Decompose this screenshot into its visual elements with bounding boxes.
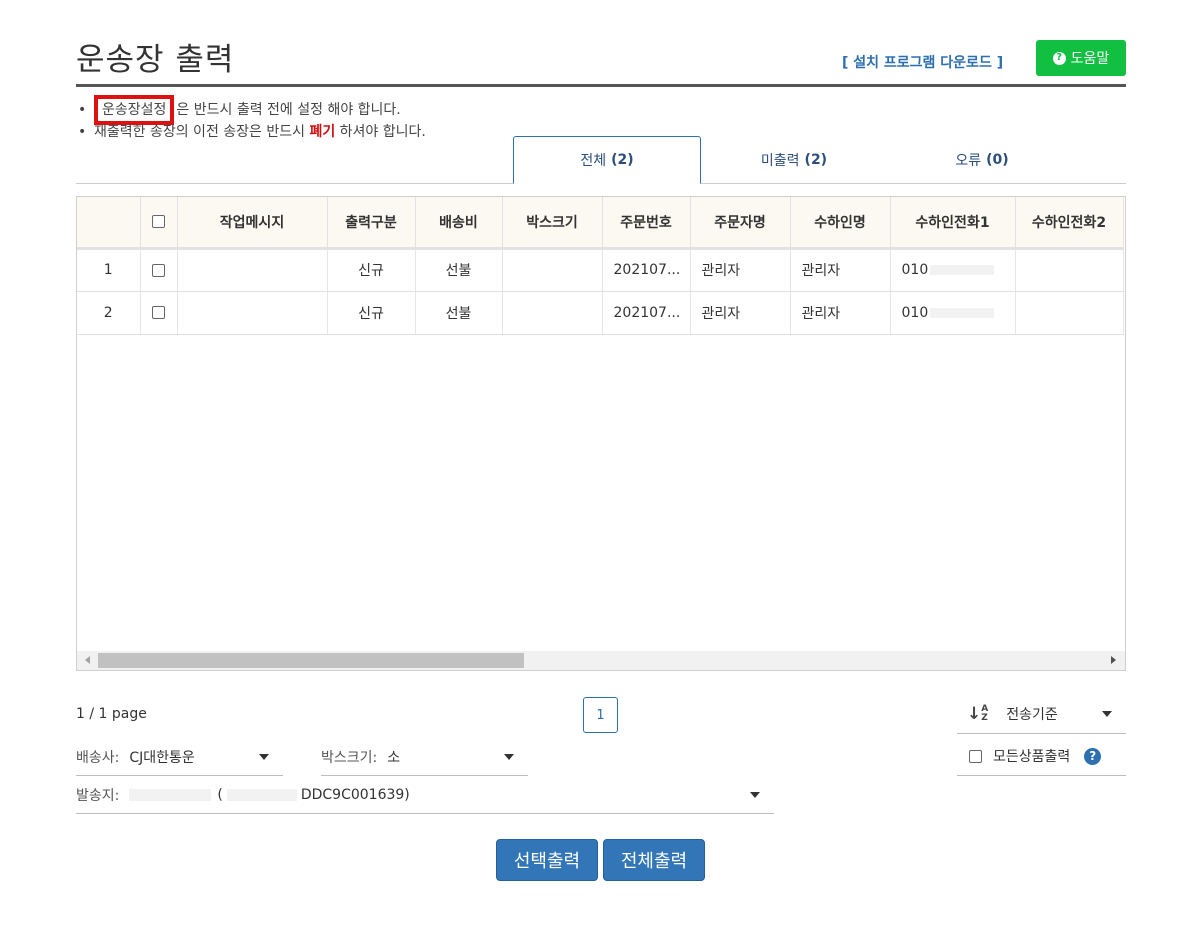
- help-info-icon[interactable]: ?: [1084, 747, 1102, 765]
- tab-all-label: 전체: [580, 153, 607, 169]
- bullet-icon: •: [78, 124, 87, 140]
- notice-setting-text: 은 반드시 출력 전에 설정 해야 합니다.: [176, 102, 401, 118]
- cell-shipping-fee: 선불: [415, 291, 503, 335]
- cell-order-number: 202107...: [602, 291, 691, 335]
- all-products-checkbox[interactable]: [969, 749, 982, 763]
- header-message[interactable]: 작업메시지: [177, 197, 328, 250]
- row-checkbox-cell: [140, 291, 178, 335]
- row-checkbox-cell: [140, 248, 178, 292]
- header-receiver-phone2[interactable]: 수하인전화2: [1015, 197, 1124, 250]
- chevron-down-icon: [504, 753, 514, 760]
- tab-unprinted-count: (2): [804, 152, 828, 168]
- page-button-1[interactable]: 1: [583, 697, 618, 733]
- page-title: 운송장 출력: [76, 42, 235, 78]
- notice-discard: • 재출력한 송장의 이전 송장은 반드시 폐기 하셔야 합니다.: [76, 121, 426, 141]
- sort-select[interactable]: ↓ A Z 전송기준: [957, 695, 1126, 734]
- header-shipping-fee[interactable]: 배송비: [415, 197, 503, 250]
- tab-error[interactable]: 오류 (0): [888, 136, 1076, 184]
- origin-code: DDC9C001639): [300, 786, 410, 803]
- notice-discard-text-after: 하셔야 합니다.: [339, 124, 426, 140]
- cell-message: [177, 291, 328, 335]
- tab-unprinted-label: 미출력: [760, 153, 800, 169]
- cell-message: [177, 248, 328, 292]
- tab-error-count: (0): [986, 152, 1009, 168]
- row-number: 1: [77, 248, 141, 292]
- cell-box-size: [502, 248, 603, 292]
- sort-az-icon: ↓ A Z: [967, 704, 989, 724]
- masked-phone: [930, 307, 995, 318]
- notice-discard-highlight: 폐기: [309, 124, 336, 140]
- header-print-type[interactable]: 출력구분: [327, 197, 416, 250]
- cell-print-type: 신규: [327, 248, 416, 292]
- title-divider: [76, 84, 1126, 87]
- horizontal-scrollbar[interactable]: [77, 651, 1125, 670]
- help-button-label: 도움말: [1070, 51, 1110, 67]
- phone1-prefix: 010: [901, 262, 929, 278]
- scroll-left-arrow-icon[interactable]: [85, 656, 90, 664]
- header-select-all: [140, 197, 178, 250]
- carrier-label: 배송사:: [76, 749, 120, 766]
- box-size-value: 소: [387, 749, 401, 766]
- masked-origin-name: [129, 788, 212, 801]
- header-row-number: [77, 197, 141, 250]
- cell-receiver-phone1: 010: [890, 291, 1016, 335]
- waybill-table: 작업메시지 출력구분 배송비 박스크기 주문번호 주문자명 수하인명 수하인전화…: [77, 197, 1124, 335]
- select-all-checkbox[interactable]: [152, 215, 165, 229]
- chevron-down-icon: [259, 753, 269, 760]
- cell-box-size: [502, 291, 603, 335]
- origin-select[interactable]: 발송지: ( DDC9C001639): [76, 776, 774, 814]
- cell-shipping-fee: 선불: [415, 248, 503, 292]
- table-row[interactable]: 2 신규 선불 202107... 관리자 관리자 010: [77, 291, 1124, 335]
- notice-discard-text-before: 재출력한 송장의 이전 송장은 반드시: [94, 124, 305, 140]
- install-program-download-link[interactable]: [ 설치 프로그램 다운로드 ]: [842, 52, 1003, 72]
- header-box-size[interactable]: 박스크기: [502, 197, 603, 250]
- print-selected-button[interactable]: 선택출력: [496, 839, 598, 881]
- chevron-down-icon: [750, 791, 760, 798]
- cell-receiver-name: 관리자: [790, 291, 891, 335]
- cell-receiver-phone2: [1015, 291, 1124, 335]
- bullet-icon: •: [78, 102, 87, 118]
- cell-order-number: 202107...: [602, 248, 691, 292]
- scrollbar-thumb[interactable]: [98, 653, 524, 668]
- box-size-label: 박스크기:: [321, 749, 378, 766]
- masked-origin-id: [226, 788, 297, 801]
- header-receiver-phone1[interactable]: 수하인전화1: [890, 197, 1016, 250]
- row-checkbox[interactable]: [152, 306, 165, 319]
- phone1-prefix: 010: [901, 304, 929, 321]
- header-receiver-name[interactable]: 수하인명: [790, 197, 891, 250]
- carrier-value: CJ대한통운: [129, 749, 195, 766]
- cell-orderer-name: 관리자: [690, 248, 791, 292]
- cell-receiver-phone1: 010: [890, 248, 1016, 292]
- masked-phone: [930, 265, 995, 275]
- cell-orderer-name: 관리자: [690, 291, 791, 335]
- header-orderer-name[interactable]: 주문자명: [690, 197, 791, 250]
- cell-receiver-phone2: [1015, 248, 1124, 292]
- scroll-right-arrow-icon[interactable]: [1111, 656, 1116, 664]
- tab-all-count: (2): [611, 152, 634, 168]
- row-checkbox[interactable]: [152, 263, 165, 277]
- chevron-down-icon: [1102, 711, 1112, 717]
- carrier-select[interactable]: 배송사: CJ대한통운: [76, 738, 283, 776]
- help-button[interactable]: ? 도움말: [1036, 40, 1126, 76]
- cell-print-type: 신규: [327, 291, 416, 335]
- page-info: 1 / 1 page: [76, 706, 147, 722]
- question-icon: ?: [1052, 51, 1066, 65]
- tab-error-label: 오류: [955, 153, 982, 169]
- cell-receiver-name: 관리자: [790, 248, 891, 292]
- waybill-grid: 작업메시지 출력구분 배송비 박스크기 주문번호 주문자명 수하인명 수하인전화…: [76, 196, 1126, 671]
- all-products-label: 모든상품출력: [993, 749, 1071, 765]
- row-number: 2: [77, 291, 141, 335]
- all-products-print-option: 모든상품출력 ?: [957, 737, 1126, 776]
- tab-unprinted[interactable]: 미출력 (2): [700, 136, 888, 184]
- sort-select-value: 전송기준: [1006, 707, 1058, 723]
- tab-all[interactable]: 전체 (2): [513, 136, 701, 184]
- box-size-select[interactable]: 박스크기: 소: [321, 738, 528, 776]
- origin-label: 발송지:: [76, 787, 120, 804]
- origin-open-paren: (: [217, 786, 223, 803]
- header-order-number[interactable]: 주문번호: [602, 197, 691, 250]
- print-all-button[interactable]: 전체출력: [603, 839, 705, 881]
- table-row[interactable]: 1 신규 선불 202107... 관리자 관리자 010: [77, 248, 1124, 292]
- table-header-row: 작업메시지 출력구분 배송비 박스크기 주문번호 주문자명 수하인명 수하인전화…: [77, 197, 1124, 250]
